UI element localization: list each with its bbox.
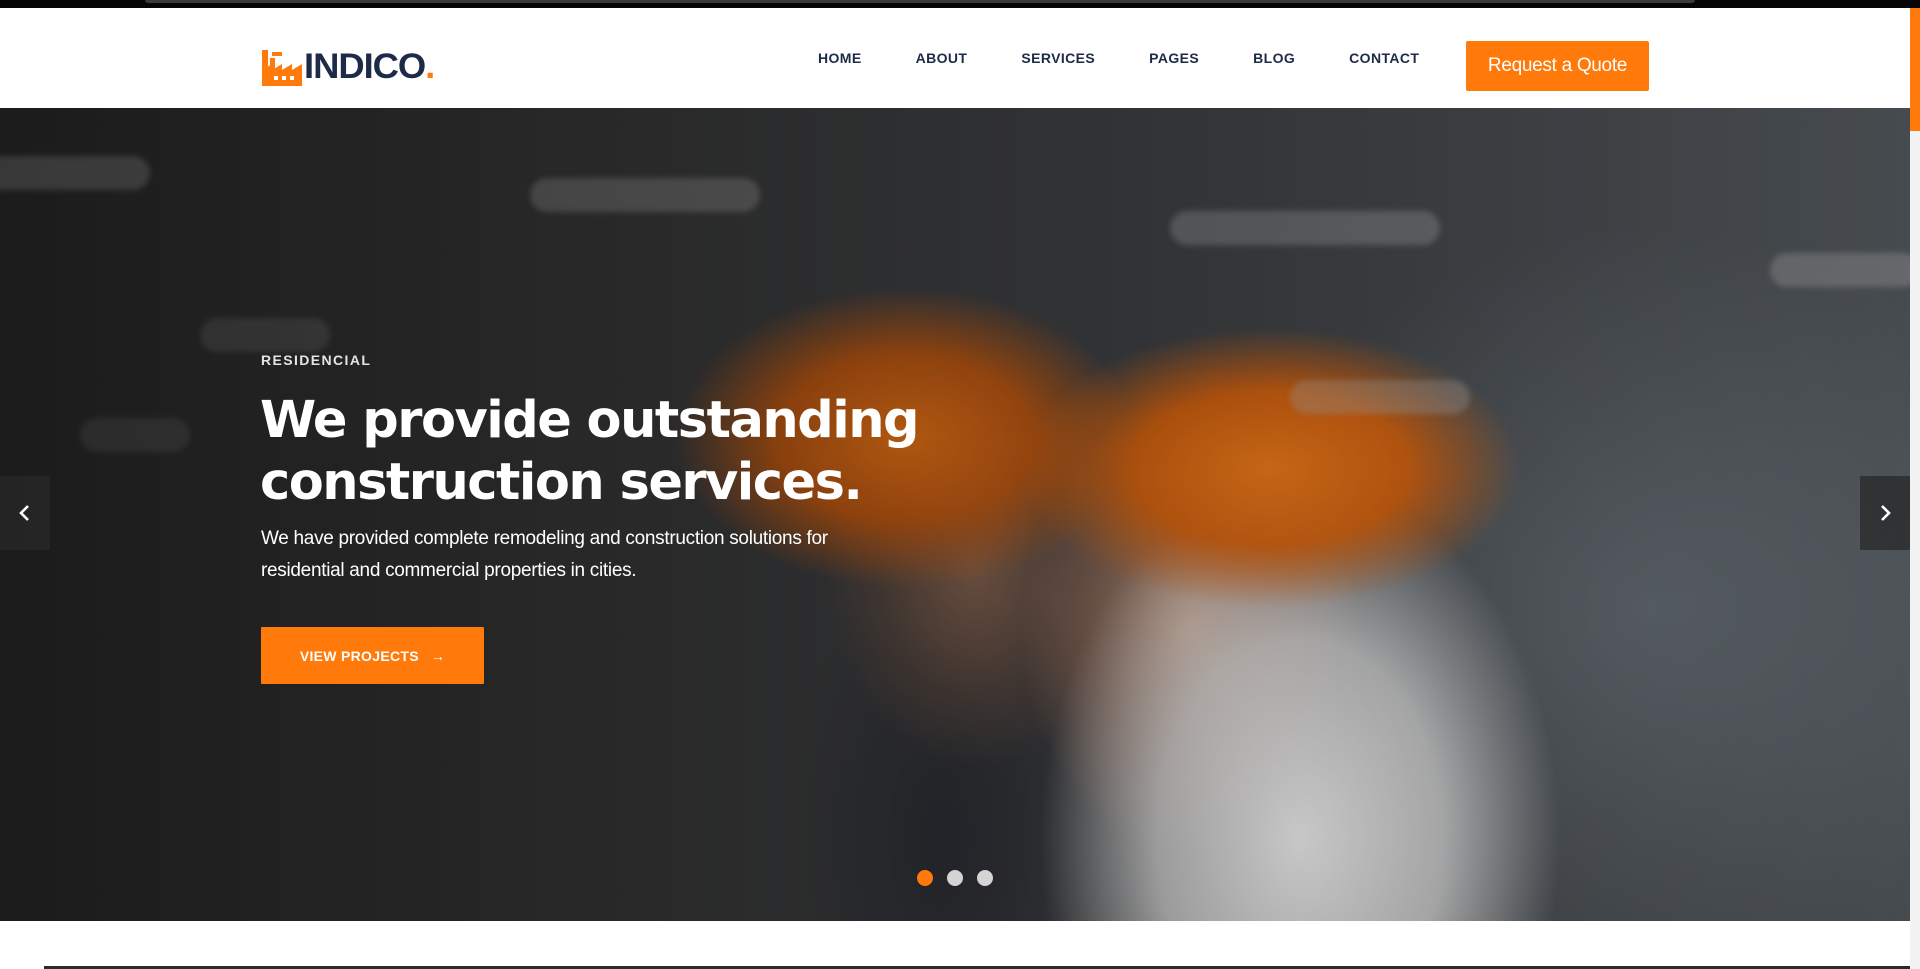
slider-next-button[interactable] — [1860, 476, 1910, 550]
request-quote-button[interactable]: Request a Quote — [1466, 41, 1649, 91]
hero-description: We have provided complete remodeling and… — [261, 523, 881, 587]
browser-top-strip — [0, 0, 1920, 8]
hero-eyebrow: RESIDENCIAL — [261, 352, 372, 368]
hero-title-line: We provide outstanding — [260, 391, 920, 450]
hero-description-line: residential and commercial properties in… — [261, 560, 637, 581]
hero-overlay — [0, 108, 1910, 921]
slider-dot-2[interactable] — [947, 870, 963, 886]
view-projects-label: VIEW PROJECTS — [299, 647, 419, 664]
hero-slider: RESIDENCIAL We provide outstanding const… — [0, 108, 1910, 921]
nav-services[interactable]: SERVICES — [1021, 50, 1095, 66]
main-nav: HOME ABOUT SERVICES PAGES BLOG CONTACT — [818, 8, 1419, 108]
site-logo[interactable]: INDICO. — [260, 38, 435, 86]
chevron-right-icon — [1881, 505, 1891, 521]
slider-dot-1[interactable] — [917, 870, 933, 886]
nav-home[interactable]: HOME — [818, 50, 862, 66]
hero-title: We provide outstanding construction serv… — [260, 390, 1020, 514]
page-scrollbar[interactable] — [1910, 8, 1920, 969]
slider-prev-button[interactable] — [0, 476, 50, 550]
hero-title-line: construction services. — [260, 453, 863, 512]
slider-dots — [917, 870, 1007, 886]
hero-description-line: We have provided complete remodeling and… — [261, 528, 828, 549]
logo-text: INDICO. — [304, 47, 435, 86]
nav-pages[interactable]: PAGES — [1149, 50, 1199, 66]
view-projects-button[interactable]: VIEW PROJECTS → — [261, 627, 484, 684]
nav-blog[interactable]: BLOG — [1253, 50, 1295, 66]
nav-contact[interactable]: CONTACT — [1349, 50, 1419, 66]
scrollbar-thumb[interactable] — [1910, 8, 1920, 131]
slider-dot-3[interactable] — [977, 870, 993, 886]
factory-icon — [262, 50, 302, 86]
arrow-right-icon: → — [430, 647, 446, 664]
chevron-left-icon — [19, 505, 29, 521]
nav-about[interactable]: ABOUT — [916, 50, 968, 66]
site-header: INDICO. HOME ABOUT SERVICES PAGES BLOG C… — [0, 8, 1910, 108]
